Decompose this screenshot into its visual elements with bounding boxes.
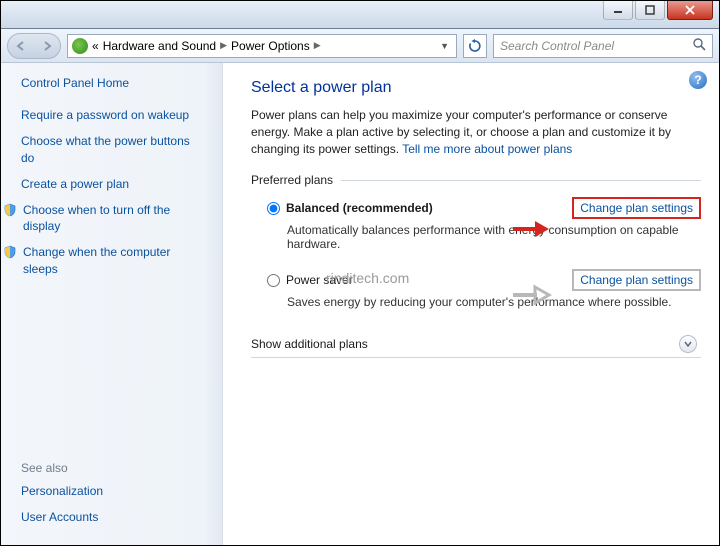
divider <box>251 357 701 358</box>
chevron-right-icon: ▶ <box>220 40 227 51</box>
watermark: rinditech.com <box>326 270 409 286</box>
control-panel-icon <box>72 38 88 54</box>
sidebar-link-create-plan[interactable]: Create a power plan <box>21 176 206 192</box>
sidebar-link-turn-off-display[interactable]: Choose when to turn off the display <box>23 202 206 234</box>
search-input[interactable]: Search Control Panel <box>493 34 713 58</box>
refresh-icon <box>468 39 482 53</box>
plan-title: Balanced (recommended) <box>286 201 433 215</box>
plan-balanced: Balanced (recommended) Change plan setti… <box>267 197 701 251</box>
maximize-button[interactable] <box>635 1 665 20</box>
preferred-plans-label: Preferred plans <box>251 173 701 187</box>
navigation-row: « Hardware and Sound ▶ Power Options ▶ ▼… <box>1 29 719 63</box>
chevron-right-icon: ▶ <box>314 40 321 51</box>
learn-more-link[interactable]: Tell me more about power plans <box>402 142 572 156</box>
sidebar-link-password-wakeup[interactable]: Require a password on wakeup <box>21 107 206 123</box>
address-bar[interactable]: « Hardware and Sound ▶ Power Options ▶ ▼ <box>67 34 457 58</box>
content-body: Control Panel Home Require a password on… <box>1 63 719 545</box>
intro-text: Power plans can help you maximize your c… <box>251 107 701 157</box>
see-also-user-accounts[interactable]: User Accounts <box>21 509 206 525</box>
shield-icon <box>3 245 17 259</box>
show-additional-plans[interactable]: Show additional plans <box>251 335 701 353</box>
annotation-arrow-gray <box>511 285 551 305</box>
forward-icon <box>41 40 53 52</box>
address-dropdown-icon[interactable]: ▼ <box>437 41 452 51</box>
titlebar <box>1 1 719 29</box>
chevron-down-icon <box>679 335 697 353</box>
nav-back-forward[interactable] <box>7 33 61 59</box>
control-panel-home-link[interactable]: Control Panel Home <box>21 75 206 91</box>
refresh-button[interactable] <box>463 34 487 58</box>
plan-description: Saves energy by reducing your computer's… <box>287 295 701 309</box>
shield-icon <box>3 203 17 217</box>
sidebar-link-computer-sleeps[interactable]: Change when the computer sleeps <box>23 244 206 276</box>
breadcrumb-item[interactable]: Power Options <box>231 39 310 53</box>
breadcrumb-lead: « <box>92 39 99 53</box>
change-plan-settings-power-saver[interactable]: Change plan settings <box>572 269 701 291</box>
window-buttons <box>603 1 713 20</box>
see-also-personalization[interactable]: Personalization <box>21 483 206 499</box>
sidebar-link-power-buttons[interactable]: Choose what the power buttons do <box>21 133 206 165</box>
plan-radio-power-saver[interactable] <box>267 274 280 287</box>
search-placeholder: Search Control Panel <box>500 39 614 53</box>
minimize-button[interactable] <box>603 1 633 20</box>
breadcrumb-item[interactable]: Hardware and Sound <box>103 39 216 53</box>
help-icon[interactable]: ? <box>689 71 707 89</box>
change-plan-settings-balanced[interactable]: Change plan settings <box>572 197 701 219</box>
sidebar: Control Panel Home Require a password on… <box>1 63 223 545</box>
page-title: Select a power plan <box>251 79 701 97</box>
main-panel: ? Select a power plan Power plans can he… <box>223 63 719 545</box>
see-also-label: See also <box>21 461 206 475</box>
search-icon <box>693 38 706 54</box>
annotation-arrow-red <box>511 219 551 239</box>
back-icon <box>15 40 27 52</box>
plan-radio-balanced[interactable] <box>267 202 280 215</box>
close-button[interactable] <box>667 1 713 20</box>
plan-description: Automatically balances performance with … <box>287 223 701 251</box>
